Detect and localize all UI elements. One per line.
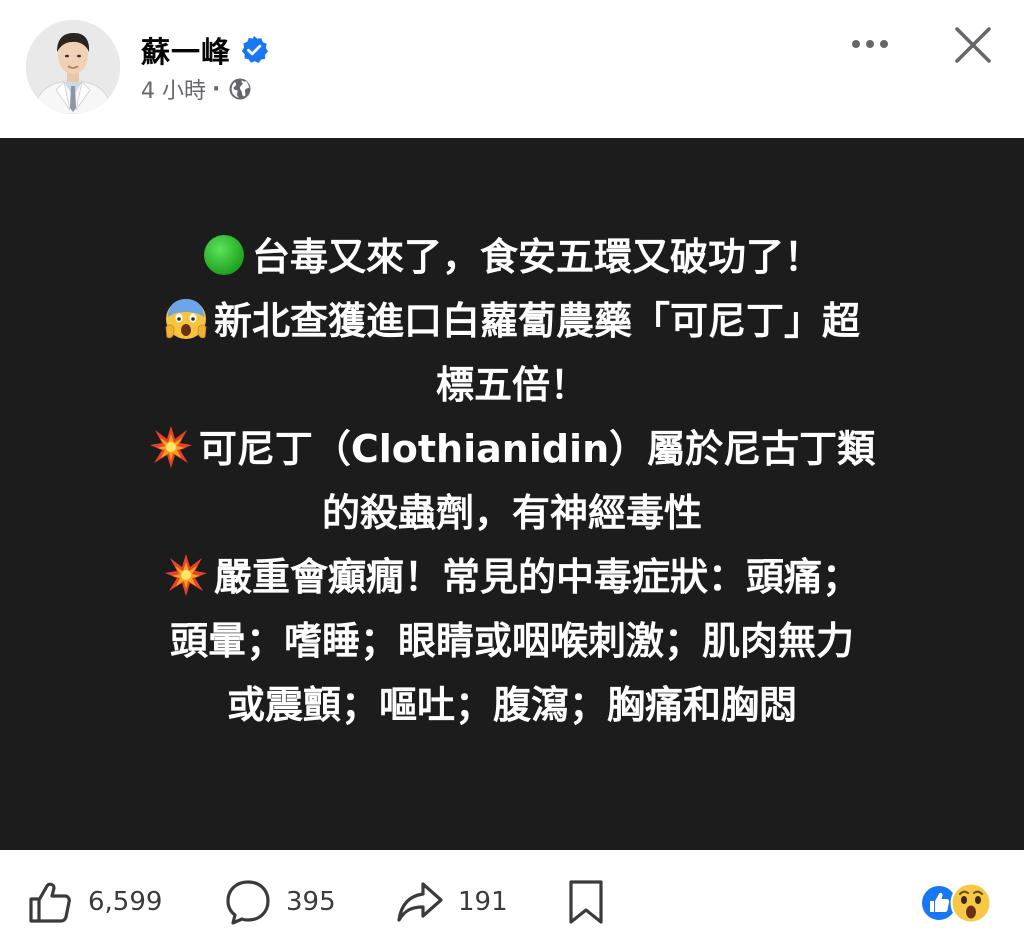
meta-separator: · [212,76,221,102]
post-line: 的殺蟲劑，有神經毒性 [0,481,1024,545]
post-line-text: 嚴重會癲癇！常見的中毒症狀：頭痛； [213,555,860,599]
close-icon [955,27,991,63]
wow-reaction-icon [950,882,992,924]
verified-badge-icon [241,36,269,63]
avatar[interactable] [26,20,120,114]
like-count: 6,599 [88,887,163,917]
green-circle-icon [203,235,244,275]
post-line: 頭暈；嗜睡；眼睛或咽喉刺激；肌肉無力 [0,609,1024,673]
share-count: 191 [458,887,508,917]
scream-face-icon [165,299,207,339]
bookmark-icon [569,880,603,924]
reactions-summary[interactable] [920,882,1002,924]
post-line: 台毒又來了，食安五環又破功了！ [0,225,1024,289]
post-meta: 4 小時 · [141,74,252,104]
post-line: 可尼丁（Clothianidin）屬於尼古丁類 [0,417,1024,481]
post-text-card: 台毒又來了，食安五環又破功了！ 新北查獲進口白蘿蔔農藥「可尼丁」超 標五倍！ 可… [0,138,1024,850]
comment-count: 395 [286,887,336,917]
more-icon [852,40,888,48]
save-button[interactable] [562,878,610,926]
post-timestamp[interactable]: 4 小時 [141,73,206,105]
post-line-text: 頭暈；嗜睡；眼睛或咽喉刺激；肌肉無力 [169,619,854,663]
comment-bubble-icon [226,880,270,925]
post-line-text: 台毒又來了，食安五環又破功了！ [251,235,822,279]
post-line-text: 新北查獲進口白蘿蔔農藥「可尼丁」超 [213,299,860,343]
post-line-text: 或震顫；嘔吐；腹瀉；胸痛和胸悶 [226,683,797,727]
close-button[interactable] [948,20,998,70]
action-bar: 6,599 395 191 [0,850,1024,946]
globe-icon [229,78,251,100]
post-line: 或震顫；嘔吐；腹瀉；胸痛和胸悶 [0,673,1024,737]
author-name[interactable]: 蘇一峰 [141,29,231,71]
like-button[interactable]: 6,599 [26,878,162,926]
more-options-button[interactable] [846,22,894,66]
thumbs-up-icon [29,882,71,923]
share-arrow-icon [397,882,443,922]
author-row: 蘇一峰 [141,30,269,70]
share-button[interactable]: 191 [396,878,508,926]
post-line: 標五倍！ [0,353,1024,417]
post-viewer: 蘇一峰 4 小時 · 台毒又來了，食安五環又破功了！ 新北查獲進口白蘿蔔農藥「可… [0,0,1024,946]
post-line: 新北查獲進口白蘿蔔農藥「可尼丁」超 [0,289,1024,353]
post-header: 蘇一峰 4 小時 · [0,0,1024,138]
avatar-photo [26,20,120,114]
post-line-text: 可尼丁（Clothianidin）屬於尼古丁類 [198,427,876,471]
post-line-text: 的殺蟲劑，有神經毒性 [321,491,702,535]
collision-icon [164,554,207,596]
comment-button[interactable]: 395 [224,878,336,926]
post-body: 台毒又來了，食安五環又破功了！ 新北查獲進口白蘿蔔農藥「可尼丁」超 標五倍！ 可… [0,225,1024,737]
post-line: 嚴重會癲癇！常見的中毒症狀：頭痛； [0,545,1024,609]
post-line-text: 標五倍！ [435,363,588,407]
collision-icon [149,426,192,468]
